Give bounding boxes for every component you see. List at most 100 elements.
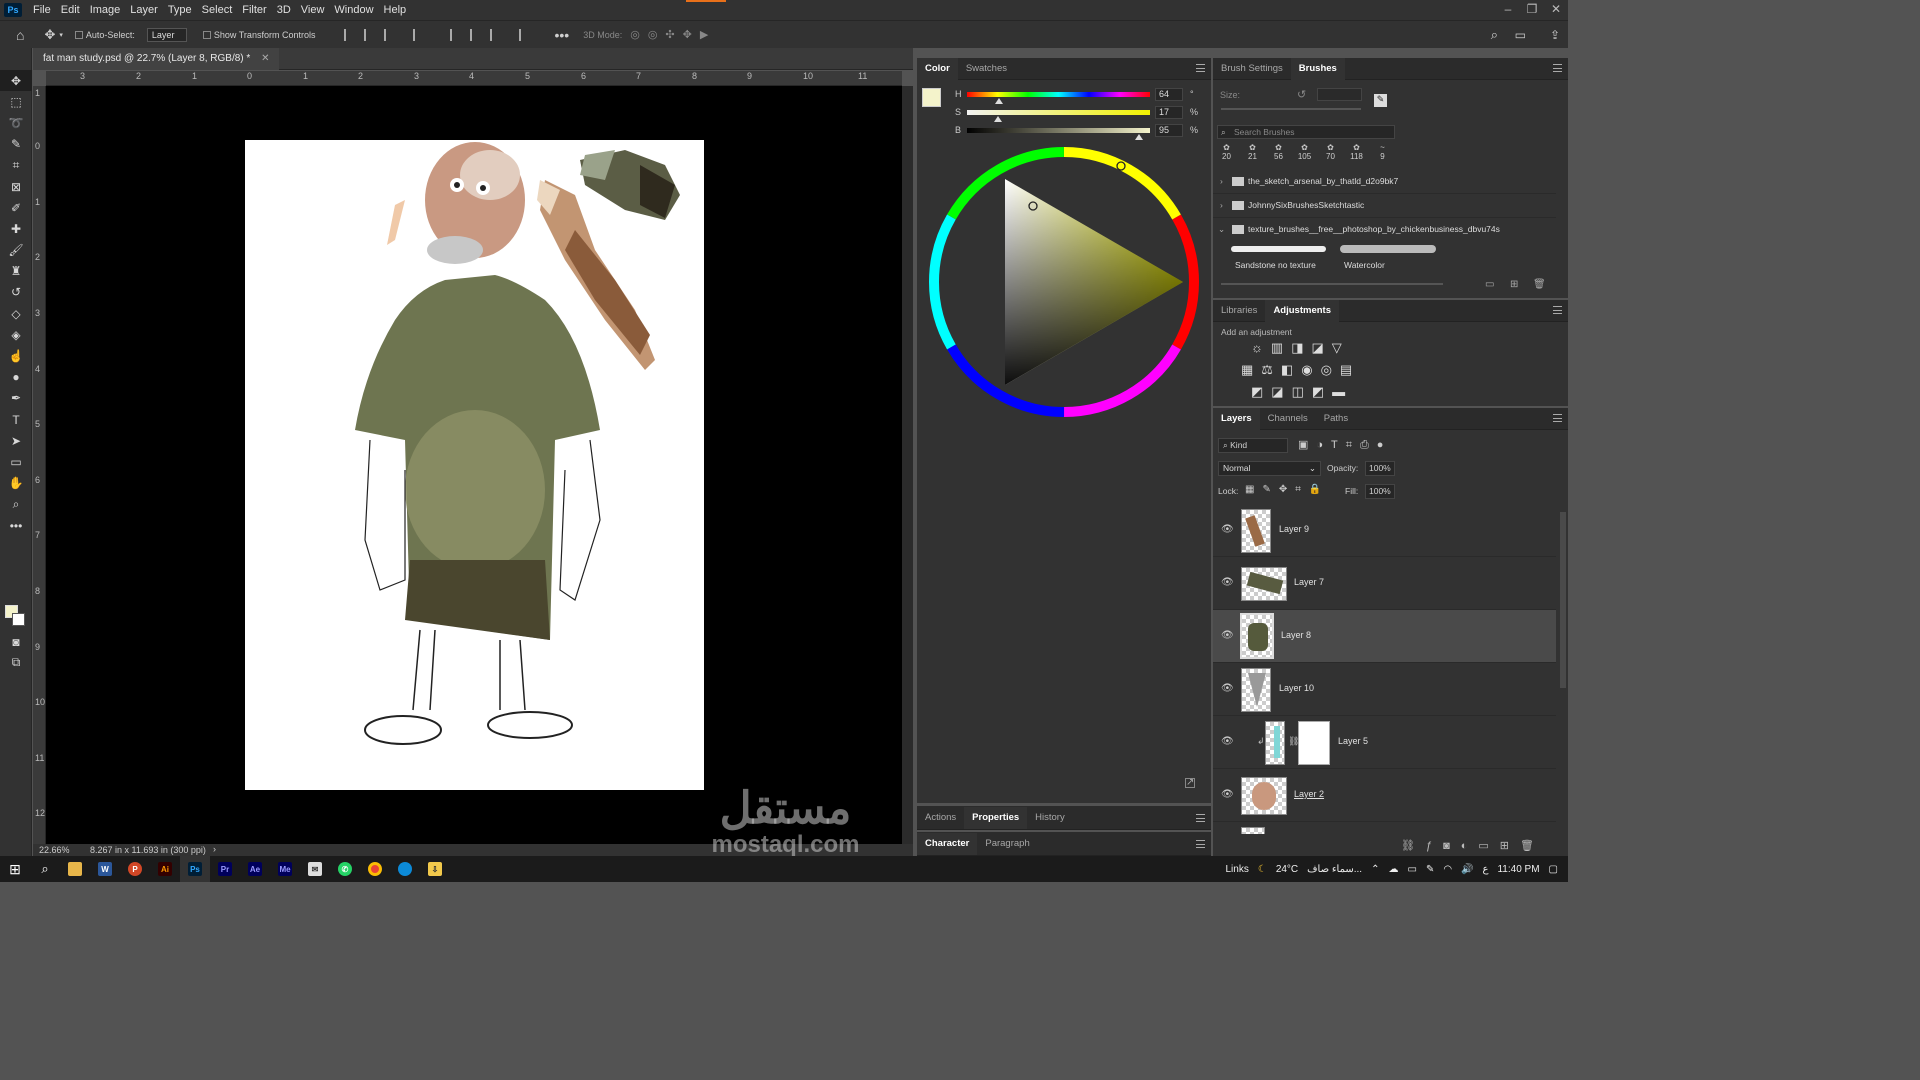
zoom-tool-icon[interactable]: ⌕ (0, 494, 32, 515)
hand-tool-icon[interactable]: ✋ (0, 473, 32, 494)
saturation-track[interactable] (967, 110, 1150, 115)
mail-icon[interactable]: ✉ (300, 856, 330, 882)
brightness-thumb[interactable] (1135, 134, 1143, 140)
tab-brush-settings[interactable]: Brush Settings (1213, 58, 1291, 80)
layer-filter-icons[interactable]: ▣◑T⌗⎙● (1298, 438, 1391, 452)
brush-preset[interactable]: ~9 (1373, 143, 1392, 161)
panel-menu-icon[interactable] (1553, 64, 1562, 72)
brush-group[interactable]: ⌄ texture_brushes__free__photoshop_by_ch… (1213, 220, 1556, 242)
reset-icon[interactable]: ↺ (1297, 88, 1306, 101)
type-tool-icon[interactable]: T (0, 409, 32, 430)
blend-mode-dropdown[interactable]: Normal ⌄ (1218, 461, 1321, 476)
new-brush-icon[interactable]: ✎ (1374, 94, 1387, 107)
chevron-right-icon[interactable]: › (213, 844, 216, 854)
visibility-eye-icon[interactable]: 👁 (1221, 736, 1234, 747)
brightness-value[interactable]: 95 (1155, 124, 1183, 137)
weather-temp[interactable]: 24°C (1276, 864, 1298, 875)
saturation-slider[interactable]: S 17 % (955, 106, 1205, 122)
eyedropper-tool-icon[interactable]: ✐ (0, 197, 32, 218)
layer-actions[interactable]: ⛓ƒ◙◐▭⊞🗑 (1401, 839, 1545, 852)
close-tab-icon[interactable]: ✕ (261, 53, 269, 64)
align-bottom-icon[interactable] (490, 28, 500, 41)
media-encoder-icon[interactable]: Me (270, 856, 300, 882)
quick-mask-icon[interactable]: ◙ (0, 631, 32, 652)
healing-brush-icon[interactable]: ✚ (0, 218, 32, 239)
document-info[interactable]: 8.267 in x 11.693 in (300 ppi) (90, 845, 206, 855)
layer-mask-thumbnail[interactable] (1298, 721, 1330, 765)
premiere-icon[interactable]: Pr (210, 856, 240, 882)
color-foreground-swatch[interactable] (922, 88, 941, 107)
tab-character[interactable]: Character (917, 832, 978, 855)
tab-brushes[interactable]: Brushes (1290, 57, 1345, 80)
menu-layer[interactable]: Layer (125, 4, 163, 16)
distribute-icon[interactable] (413, 28, 423, 41)
brush-preset[interactable]: ✿ 21 (1243, 143, 1262, 161)
tab-color[interactable]: Color (917, 57, 958, 80)
align-right-icon[interactable] (384, 28, 394, 41)
search-icon[interactable]: ⌕ (30, 856, 60, 882)
whatsapp-icon[interactable]: ✆ (330, 856, 360, 882)
eraser-tool-icon[interactable]: ◇ (0, 303, 32, 324)
saturation-value[interactable]: 17 (1155, 106, 1183, 119)
visibility-eye-icon[interactable]: 👁 (1221, 789, 1234, 800)
menu-select[interactable]: Select (197, 4, 238, 16)
layer-row-layer-7[interactable]: 👁 Layer 7 (1213, 557, 1556, 610)
hue-track[interactable] (967, 92, 1150, 97)
pen-tool-icon[interactable]: ✒ (0, 388, 32, 409)
restore-icon[interactable]: ❐ (1520, 0, 1544, 20)
brightness-track[interactable] (967, 128, 1150, 133)
hue-value[interactable]: 64 (1155, 88, 1183, 101)
notifications-icon[interactable]: ▢ (1549, 864, 1558, 875)
menu-image[interactable]: Image (85, 4, 126, 16)
dodge-tool-icon[interactable]: ● (0, 367, 32, 388)
weather-description[interactable]: سماء صاف... (1307, 864, 1362, 875)
panel-menu-icon[interactable] (1553, 414, 1562, 422)
visibility-eye-icon[interactable]: 👁 (1221, 524, 1234, 535)
tab-swatches[interactable]: Swatches (958, 58, 1015, 80)
layer-row-partial[interactable] (1213, 822, 1556, 834)
align-middle-icon[interactable] (470, 28, 480, 41)
layer-row-layer-9[interactable]: 👁 Layer 9 (1213, 504, 1556, 557)
panel-menu-icon[interactable] (1196, 814, 1205, 822)
opacity-input[interactable]: 100% (1365, 461, 1395, 476)
start-icon[interactable]: ⊞ (0, 856, 30, 882)
move-tool-icon[interactable]: ✥ (0, 70, 32, 92)
brush-group[interactable]: › the_sketch_arsenal_by_thatld_d2o9bk7 (1213, 172, 1556, 194)
edit-toolbar-icon[interactable]: ••• (0, 515, 32, 536)
crop-tool-icon[interactable]: ⌗ (0, 155, 32, 176)
brush-preset[interactable]: ✿ 20 (1217, 143, 1236, 161)
brush-preset[interactable]: ✿ 105 (1295, 143, 1314, 161)
menu-edit[interactable]: Edit (56, 4, 85, 16)
tab-channels[interactable]: Channels (1260, 408, 1316, 430)
layers-scrollbar[interactable] (1560, 512, 1566, 688)
cloud-icon[interactable]: ☁ (1388, 864, 1398, 875)
tab-actions[interactable]: Actions (917, 807, 964, 829)
align-top-icon[interactable] (450, 28, 460, 41)
panel-menu-icon[interactable] (1196, 840, 1205, 848)
home-icon[interactable]: ⌂ (16, 27, 24, 43)
saturation-thumb[interactable] (994, 116, 1002, 122)
photoshop-taskbar-icon[interactable]: Ps (180, 856, 210, 882)
brush-preset[interactable]: ✿ 70 (1321, 143, 1340, 161)
illustrator-icon[interactable]: Ai (150, 856, 180, 882)
document-tab[interactable]: fat man study.psd @ 22.7% (Layer 8, RGB/… (33, 48, 280, 70)
chevron-down-icon[interactable]: ▾ (59, 31, 63, 39)
quick-select-tool-icon[interactable]: ✎ (0, 134, 32, 155)
menu-view[interactable]: View (296, 4, 330, 16)
brush-group[interactable]: › JohnnySixBrushesSketchtastic (1213, 196, 1556, 218)
tab-libraries[interactable]: Libraries (1213, 300, 1265, 322)
volume-icon[interactable]: 🔊 (1461, 864, 1473, 875)
rectangle-tool-icon[interactable]: ▭ (0, 451, 32, 472)
lasso-tool-icon[interactable]: ➰ (0, 112, 32, 133)
after-effects-icon[interactable]: Ae (240, 856, 270, 882)
visibility-eye-icon[interactable]: 👁 (1221, 683, 1234, 694)
brush-preview-size-slider[interactable] (1221, 283, 1443, 285)
lock-icons[interactable]: ▦✎✥⌗🔒 (1245, 484, 1329, 495)
panel-menu-icon[interactable] (1553, 306, 1562, 314)
size-input[interactable] (1317, 88, 1362, 101)
menu-type[interactable]: Type (163, 4, 197, 16)
brush-item[interactable]: Watercolor (1340, 242, 1445, 270)
workspace-icon[interactable]: ▭ (1515, 28, 1526, 42)
hue-thumb[interactable] (995, 98, 1003, 104)
layer-row-layer-5[interactable]: 👁 ↲ ⛓ Layer 5 (1213, 716, 1556, 769)
